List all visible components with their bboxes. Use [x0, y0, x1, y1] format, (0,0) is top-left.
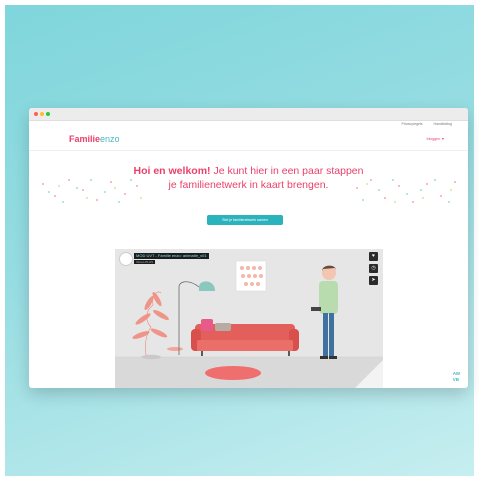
animation-frame: [115, 260, 383, 388]
video-player[interactable]: MOD UVT - Familie enzo: animatie_v01 Vim…: [115, 249, 383, 388]
channel-avatar[interactable]: [119, 252, 133, 266]
corner-badge: AW VB: [453, 371, 460, 383]
promo-background: Privacyregels Handleiding Familieenzo In…: [5, 5, 474, 476]
heart-icon[interactable]: ♥: [369, 252, 378, 261]
clock-icon[interactable]: ◷: [369, 264, 378, 273]
create-network-button[interactable]: Stel je familienetwerk samen: [207, 215, 283, 225]
hero-line-1: Hoi en welkom! Je kunt hier in een paar …: [29, 164, 468, 178]
logo-part-enzo: enzo: [100, 134, 120, 144]
hero-headline: Hoi en welkom! Je kunt hier in een paar …: [29, 164, 468, 192]
minimize-dot[interactable]: [40, 112, 44, 116]
login-label: Inloggen: [426, 137, 440, 141]
top-nav: Privacyregels Handleiding: [392, 122, 453, 126]
close-dot[interactable]: [34, 112, 38, 116]
hero-line-1-text: Je kunt hier in een paar stappen: [210, 165, 364, 177]
video-byline[interactable]: Vimeo PLUS: [134, 260, 156, 264]
logo-part-familie: Familie: [69, 134, 101, 144]
send-icon[interactable]: ➤: [369, 276, 378, 285]
badge-line-2: VB: [452, 377, 460, 382]
browser-titlebar: [29, 108, 468, 121]
site-header: Familieenzo Inloggen ♥: [29, 128, 468, 151]
hero-greeting: Hoi en welkom!: [133, 165, 211, 177]
video-title[interactable]: MOD UVT - Familie enzo: animatie_v01: [134, 253, 209, 259]
video-actions: ♥ ◷ ➤: [369, 252, 378, 288]
heart-icon: ♥: [441, 137, 444, 141]
manual-link[interactable]: Handleiding: [434, 122, 453, 126]
maximize-dot[interactable]: [46, 112, 50, 116]
login-link[interactable]: Inloggen ♥: [426, 137, 444, 141]
hero-line-2: je familienetwerk in kaart brengen.: [168, 179, 329, 191]
privacy-link[interactable]: Privacyregels: [402, 122, 423, 126]
site-logo[interactable]: Familieenzo: [69, 134, 120, 144]
browser-window: Privacyregels Handleiding Familieenzo In…: [29, 108, 468, 388]
